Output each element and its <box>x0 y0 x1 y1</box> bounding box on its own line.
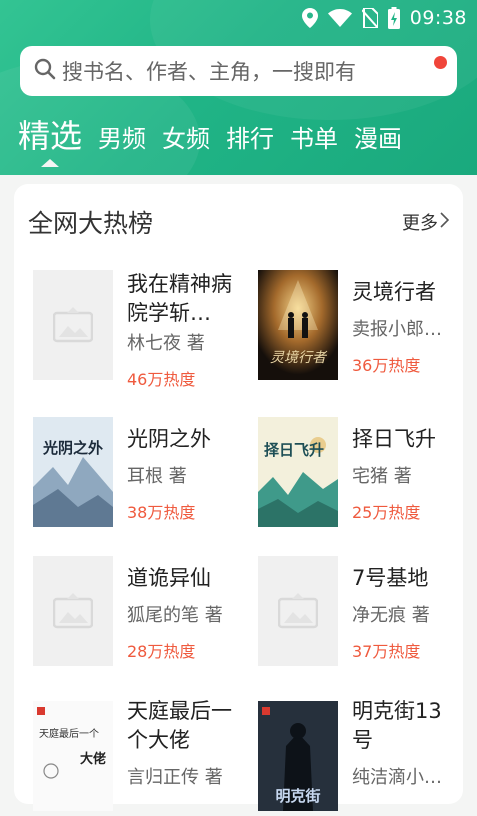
book-author: 耳根 著 <box>127 466 187 487</box>
tab-female[interactable]: 女频 <box>162 119 210 166</box>
svg-text:灵境行者: 灵境行者 <box>270 350 328 366</box>
book-heat: 37万热度 <box>352 642 421 661</box>
location-icon <box>301 8 318 28</box>
book-item[interactable]: 光阴之外 光阴之外 耳根 著 38万热度 <box>33 417 248 532</box>
no-sim-icon <box>361 8 378 28</box>
book-item[interactable]: 7号基地 净无痕 著 37万热度 <box>258 556 473 671</box>
tab-comics[interactable]: 漫画 <box>354 119 402 166</box>
svg-text:天庭最后一个: 天庭最后一个 <box>39 727 99 740</box>
tab-ranking[interactable]: 排行 <box>226 119 274 166</box>
category-tabs: 精选 男频 女频 排行 书单 漫画 <box>0 110 477 167</box>
image-placeholder-icon <box>278 593 318 629</box>
book-author: 纯洁滴小… <box>352 767 442 788</box>
book-item[interactable]: 我在精神病院学斩… 林七夜 著 46万热度 <box>33 270 248 389</box>
book-cover: 择日飞升 <box>258 417 338 527</box>
book-cover: 光阴之外 <box>33 417 113 527</box>
wifi-icon <box>327 9 352 27</box>
book-heat: 28万热度 <box>127 642 196 661</box>
book-heat: 38万热度 <box>127 503 196 522</box>
hot-list-card: 全网大热榜 更多 我在精神病院学斩… 林七夜 著 46万热度 灵境行者 灵境行者… <box>14 184 463 811</box>
book-author: 林七夜 著 <box>127 333 205 354</box>
book-cover: 天庭最后一个 大佬 <box>33 701 113 811</box>
book-author: 狐尾的笔 著 <box>127 605 223 626</box>
book-heat: 36万热度 <box>352 356 421 375</box>
status-bar: 09:38 <box>0 0 477 36</box>
search-placeholder: 搜书名、作者、主角，一搜即有 <box>62 60 356 84</box>
tab-booklist[interactable]: 书单 <box>290 119 338 166</box>
svg-text:光阴之外: 光阴之外 <box>42 439 103 457</box>
search-input[interactable]: 搜书名、作者、主角，一搜即有 <box>20 46 457 96</box>
notification-dot <box>434 56 447 69</box>
book-cover <box>258 556 338 666</box>
book-item[interactable]: 灵境行者 灵境行者 卖报小郎… 36万热度 <box>258 270 473 385</box>
book-title: 我在精神病院学斩… <box>127 272 232 325</box>
book-item[interactable]: 明克街 明克街13号 纯洁滴小… <box>258 699 473 816</box>
image-placeholder-icon <box>53 593 93 629</box>
search-icon <box>34 58 56 84</box>
svg-text:择日飞升: 择日飞升 <box>264 441 324 459</box>
book-item[interactable]: 择日飞升 择日飞升 宅猪 著 25万热度 <box>258 417 473 532</box>
battery-charging-icon <box>387 7 400 29</box>
more-button[interactable]: 更多 <box>402 209 450 235</box>
book-title: 明克街13号 <box>352 699 442 752</box>
chevron-right-icon <box>440 211 450 233</box>
book-author: 卖报小郎… <box>352 319 442 340</box>
tab-jingxuan[interactable]: 精选 <box>18 111 82 167</box>
book-title: 道诡异仙 <box>127 566 211 590</box>
book-heat: 46万热度 <box>127 370 196 389</box>
book-cover <box>33 556 113 666</box>
book-item[interactable]: 天庭最后一个 大佬 天庭最后一个大佬 言归正传 著 <box>33 699 248 816</box>
app-header: 09:38 搜书名、作者、主角，一搜即有 精选 男频 女频 排行 书单 漫画 <box>0 0 477 175</box>
book-author: 宅猪 著 <box>352 466 412 487</box>
book-cover: 灵境行者 <box>258 270 338 380</box>
book-cover <box>33 270 113 380</box>
book-title: 天庭最后一个大佬 <box>127 699 232 752</box>
book-cover: 明克街 <box>258 701 338 811</box>
book-item[interactable]: 道诡异仙 狐尾的笔 著 28万热度 <box>33 556 248 671</box>
tab-male[interactable]: 男频 <box>98 119 146 166</box>
svg-text:大佬: 大佬 <box>80 751 106 767</box>
more-label: 更多 <box>402 213 438 234</box>
book-title: 择日飞升 <box>352 427 436 451</box>
image-placeholder-icon <box>53 307 93 343</box>
book-heat: 25万热度 <box>352 503 421 522</box>
section-title: 全网大热榜 <box>28 209 154 238</box>
book-title: 7号基地 <box>352 566 429 590</box>
book-title: 光阴之外 <box>127 427 211 451</box>
book-title: 灵境行者 <box>352 280 436 304</box>
book-author: 言归正传 著 <box>127 767 223 788</box>
svg-text:明克街: 明克街 <box>275 787 320 805</box>
clock: 09:38 <box>409 7 467 29</box>
book-author: 净无痕 著 <box>352 605 430 626</box>
